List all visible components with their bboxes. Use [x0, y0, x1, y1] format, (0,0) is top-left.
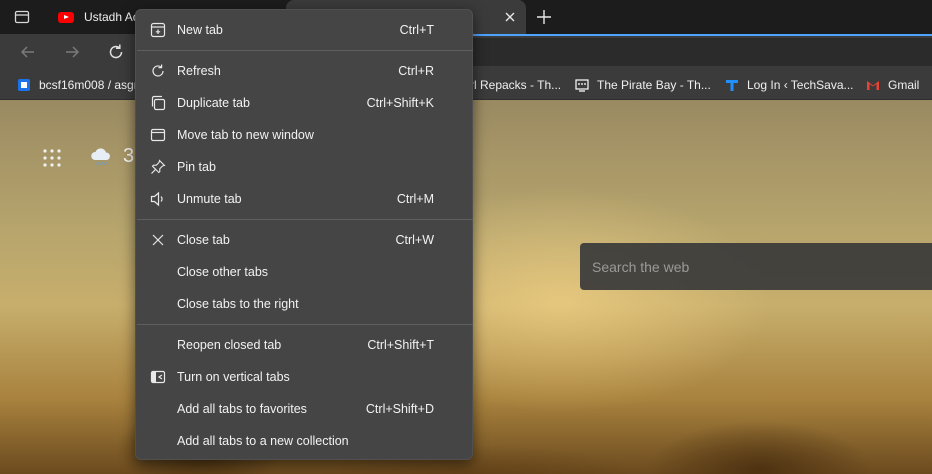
menu-item-close-tab[interactable]: Close tab Ctrl+W	[136, 224, 472, 256]
favorite-item[interactable]: bcsf16m008 / asgn	[17, 69, 140, 100]
menu-item-shortcut: Ctrl+Shift+K	[366, 96, 434, 110]
search-input[interactable]	[592, 258, 922, 275]
cloud-rain-icon[interactable]	[89, 147, 113, 167]
favorite-item[interactable]: Log In ‹ TechSava...	[725, 69, 854, 100]
speaker-icon	[150, 191, 166, 207]
menu-item-shortcut: Ctrl+R	[398, 64, 434, 78]
favorite-label: Log In ‹ TechSava...	[747, 77, 854, 92]
favorite-label: The Pirate Bay - Th...	[597, 77, 711, 92]
tab-actions-menu-icon[interactable]	[14, 9, 30, 25]
menu-item-duplicate-tab[interactable]: Duplicate tab Ctrl+Shift+K	[136, 87, 472, 119]
menu-item-shortcut: Ctrl+Shift+D	[365, 402, 434, 416]
menu-item-label: Reopen closed tab	[177, 338, 282, 352]
new-tab-icon	[150, 22, 166, 38]
pirate-ship-icon	[575, 78, 589, 92]
close-icon[interactable]	[502, 9, 518, 25]
youtube-icon	[58, 11, 74, 23]
menu-item-shortcut: Ctrl+W	[395, 233, 434, 247]
vertical-tabs-icon	[150, 369, 166, 385]
web-search-box[interactable]	[580, 243, 932, 290]
menu-item-label: Unmute tab	[177, 192, 242, 206]
menu-item-label: Pin tab	[177, 160, 216, 174]
favorite-item[interactable]: Gmail	[866, 69, 919, 100]
favorite-item[interactable]: The Pirate Bay - Th...	[575, 69, 711, 100]
favorite-item[interactable]: rl Repacks - Th...	[470, 69, 561, 100]
menu-item-close-tabs-right[interactable]: Close tabs to the right	[136, 288, 472, 320]
menu-item-move-tab[interactable]: Move tab to new window	[136, 119, 472, 151]
favorite-label: bcsf16m008 / asgn	[39, 77, 141, 92]
menu-item-label: Move tab to new window	[177, 128, 314, 142]
menu-item-new-tab[interactable]: New tab Ctrl+T	[136, 14, 472, 46]
techsava-t-icon	[725, 78, 739, 92]
forward-arrow-icon[interactable]	[62, 42, 82, 62]
menu-item-label: Close other tabs	[177, 265, 269, 279]
plus-icon[interactable]	[535, 8, 553, 26]
tab-title: Ustadh Ac	[84, 10, 139, 24]
menu-item-add-tabs-collection[interactable]: Add all tabs to a new collection	[136, 425, 472, 457]
window-icon	[150, 127, 166, 143]
menu-item-pin-tab[interactable]: Pin tab	[136, 151, 472, 183]
menu-item-label: Close tabs to the right	[177, 297, 299, 311]
menu-item-shortcut: Ctrl+M	[396, 192, 434, 206]
bookmark-site-icon	[17, 78, 31, 92]
menu-item-label: Refresh	[177, 64, 221, 78]
menu-item-refresh[interactable]: Refresh Ctrl+R	[136, 55, 472, 87]
menu-separator	[137, 219, 473, 220]
refresh-icon[interactable]	[106, 42, 126, 62]
menu-item-shortcut: Ctrl+Shift+T	[367, 338, 434, 352]
menu-separator	[137, 50, 473, 51]
menu-item-shortcut: Ctrl+T	[399, 23, 434, 37]
menu-separator	[137, 324, 473, 325]
menu-item-label: Duplicate tab	[177, 96, 250, 110]
menu-item-add-tabs-favorites[interactable]: Add all tabs to favorites Ctrl+Shift+D	[136, 393, 472, 425]
close-icon	[150, 232, 166, 248]
favorite-label: Gmail	[888, 77, 920, 92]
pin-icon	[150, 159, 166, 175]
menu-item-vertical-tabs[interactable]: Turn on vertical tabs	[136, 361, 472, 393]
menu-item-reopen-closed-tab[interactable]: Reopen closed tab Ctrl+Shift+T	[136, 329, 472, 361]
back-arrow-icon[interactable]	[18, 42, 38, 62]
menu-item-label: Add all tabs to a new collection	[177, 434, 349, 448]
accent-line	[470, 34, 932, 36]
menu-item-close-other-tabs[interactable]: Close other tabs	[136, 256, 472, 288]
menu-item-label: Close tab	[177, 233, 230, 247]
menu-item-label: Turn on vertical tabs	[177, 370, 290, 384]
favorite-label: rl Repacks - Th...	[470, 77, 562, 92]
gmail-icon	[866, 78, 880, 92]
duplicate-icon	[150, 95, 166, 111]
weather-temperature[interactable]: 3	[123, 145, 134, 168]
menu-item-unmute-tab[interactable]: Unmute tab Ctrl+M	[136, 183, 472, 215]
refresh-icon	[150, 63, 166, 79]
tab-context-menu: New tab Ctrl+T Refresh Ctrl+R Duplicate …	[135, 9, 473, 460]
menu-item-label: New tab	[177, 23, 223, 37]
menu-item-label: Add all tabs to favorites	[177, 402, 307, 416]
app-launcher-icon[interactable]	[43, 149, 61, 167]
